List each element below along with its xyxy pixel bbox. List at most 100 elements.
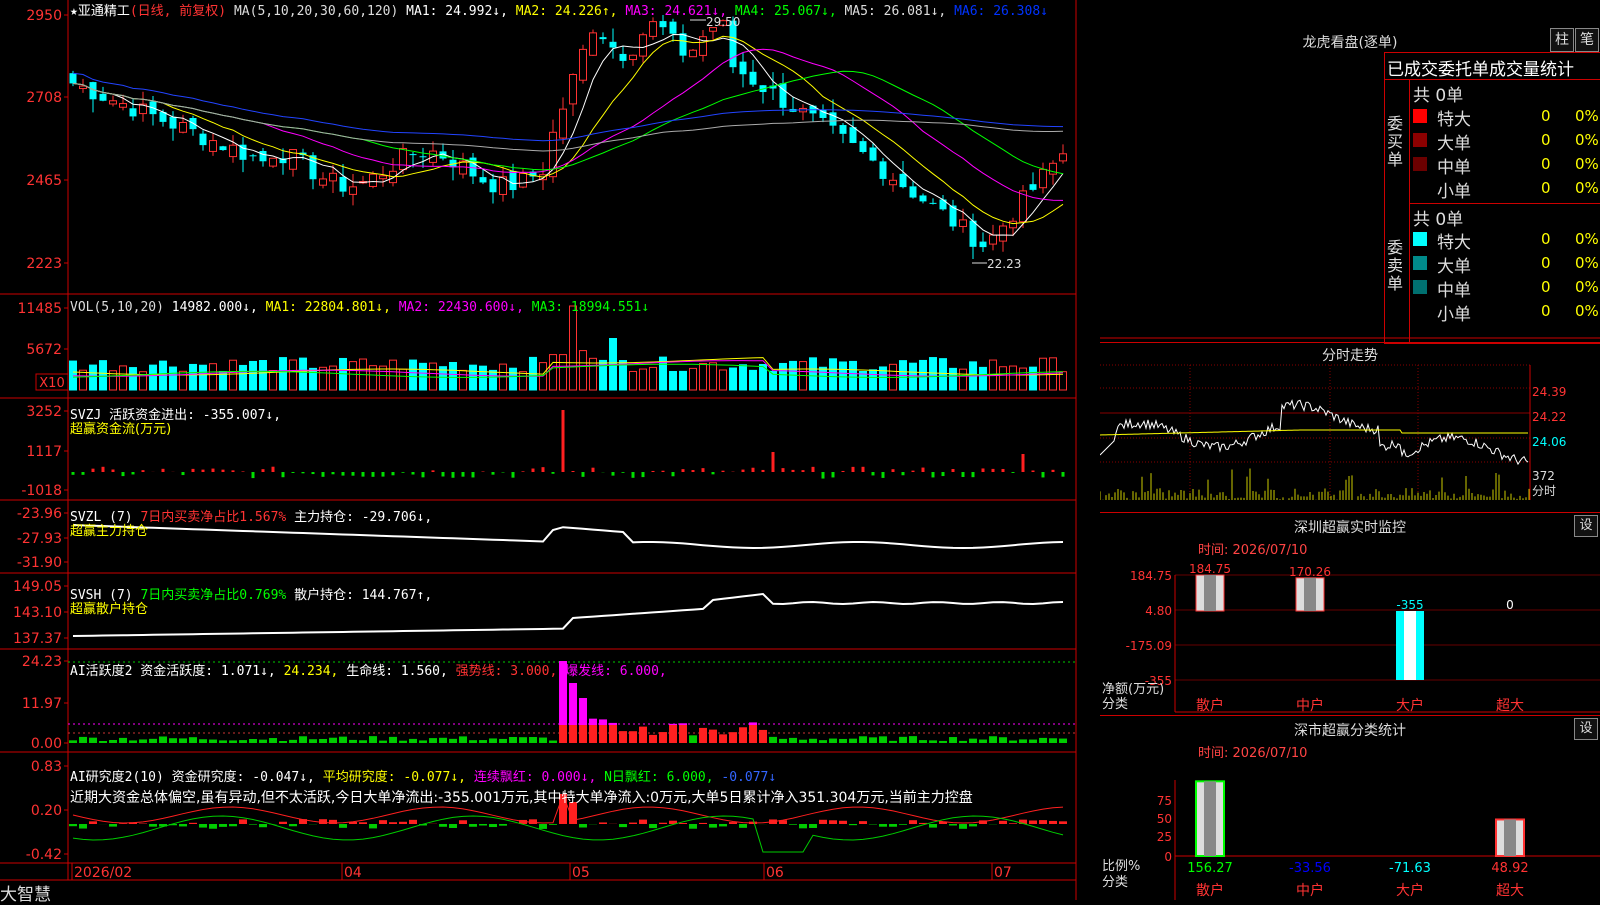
capital-flow-bar (952, 469, 955, 472)
candle-body (650, 22, 657, 37)
activity-bar (159, 736, 167, 743)
ratio-class-label: 分类 (1102, 875, 1128, 890)
candle-body (1040, 169, 1047, 187)
ratio-bar-shade (1504, 819, 1516, 856)
vol-value: 14982.000↓, (172, 300, 258, 315)
activity-bar (759, 730, 767, 743)
stock-name[interactable]: ★亚通精工 (70, 4, 130, 19)
activity-bar (229, 740, 237, 743)
candle-body (630, 55, 637, 59)
activity-bar (729, 732, 737, 743)
volume-bar (690, 368, 697, 390)
capital-flow-bar (932, 472, 935, 477)
ai-active-axis-label: 0.00 (31, 736, 62, 752)
fenshi-avg-line (1100, 430, 1528, 435)
activity-bar (209, 740, 217, 743)
activity-bar (459, 736, 467, 743)
activity-bar (809, 739, 817, 743)
activity-bar (1039, 738, 1047, 743)
svzl-axis-label: -27.93 (17, 531, 62, 547)
volume-bar (820, 367, 827, 390)
activity-bar (499, 739, 507, 743)
activity-bar (509, 737, 517, 743)
volume-bar (550, 355, 557, 390)
candle-body (570, 75, 577, 104)
candle-body (900, 174, 907, 187)
capital-flow-bar (822, 472, 825, 479)
volume-bar (950, 368, 957, 390)
activity-bar (989, 736, 997, 743)
activity-bar (769, 737, 777, 743)
volume-bar (740, 365, 747, 390)
app-logo[interactable]: 大智慧 (0, 880, 51, 905)
capital-flow-bar (792, 470, 795, 472)
ratio-value-label: -33.56 (1289, 861, 1331, 876)
volume-bar (730, 368, 737, 390)
activity-bar (319, 739, 327, 743)
activity-bar (739, 727, 747, 743)
date-label: 2026/02 (74, 865, 132, 881)
capital-flow-bar (1012, 472, 1015, 473)
capital-flow-bar (212, 469, 215, 472)
capital-flow-bar (662, 471, 665, 472)
volume-bar (430, 363, 437, 390)
capital-flow-bar (92, 469, 95, 472)
capital-flow-bar (312, 472, 315, 474)
activity-bar (649, 735, 657, 743)
capital-flow-bar (362, 472, 365, 477)
volume-bar (580, 351, 587, 390)
capital-flow-bar (132, 472, 135, 474)
fenshi-price-line (1100, 400, 1528, 464)
ai-active-axis-label: 24.23 (22, 654, 62, 670)
candle-body (380, 176, 387, 179)
research-bar (399, 822, 407, 824)
research-bar (839, 821, 847, 824)
capital-flow-bar (572, 471, 575, 472)
capital-flow-bar (1002, 469, 1005, 472)
ratio-value-label: -71.63 (1389, 861, 1431, 876)
activity-bar (409, 739, 417, 743)
activity-bar (189, 737, 197, 743)
candle-body (370, 174, 377, 186)
capital-flow-bar (922, 468, 925, 472)
candle-body (690, 50, 697, 56)
ma5-value: MA5: 26.081↓, (844, 4, 946, 19)
research-bar (649, 824, 657, 828)
research-bar (819, 820, 827, 824)
research-bar (809, 824, 817, 828)
research-bar (789, 824, 797, 825)
activity-bar (269, 738, 277, 743)
activity-bar-burst (599, 719, 607, 725)
right-charts: 24.3924.2224.06372分时184.754.80-175.09-35… (1100, 0, 1600, 900)
research-bar (1009, 823, 1017, 824)
activity-bar (89, 738, 97, 743)
research-bar (1029, 820, 1037, 824)
ma3-line (73, 49, 1063, 200)
candle-body (940, 199, 947, 209)
ma1-value: MA1: 24.992↓, (406, 4, 508, 19)
candle-body (270, 158, 277, 166)
activity-bar (1059, 739, 1067, 743)
volume-bar (200, 365, 207, 390)
net-axis-label: 4.80 (1145, 604, 1172, 618)
capital-flow-bar (292, 472, 295, 473)
ai-research-nday: N日飘红: 6.000, (604, 770, 713, 785)
ma6-value: MA6: 26.308↓ (954, 4, 1048, 19)
date-label: 05 (572, 865, 590, 881)
capital-flow-bar (492, 472, 495, 475)
ai-active-title: AI活跃度2 资金活跃度: 1.071↓, (70, 664, 276, 679)
research-bar (659, 823, 667, 824)
volume-bar (460, 370, 467, 390)
ma3-value: MA3: 24.621↓, (625, 4, 727, 19)
candle-body (620, 54, 627, 61)
capital-flow-bar (322, 472, 325, 477)
ai-research-title: AI研究度2(10) 资金研究度: -0.047↓, (70, 770, 315, 785)
volume-bar (100, 361, 107, 390)
capital-flow-bar (192, 469, 195, 472)
main-chart-area[interactable]: 2950270824652223114855672X1032521117-101… (0, 0, 1100, 900)
research-bar (929, 824, 937, 828)
svzl-axis-label: -23.96 (17, 506, 62, 522)
ma-label: MA(5,10,20,30,60,120) (234, 4, 398, 19)
capital-flow-bar (912, 471, 915, 472)
activity-bar (999, 737, 1007, 743)
